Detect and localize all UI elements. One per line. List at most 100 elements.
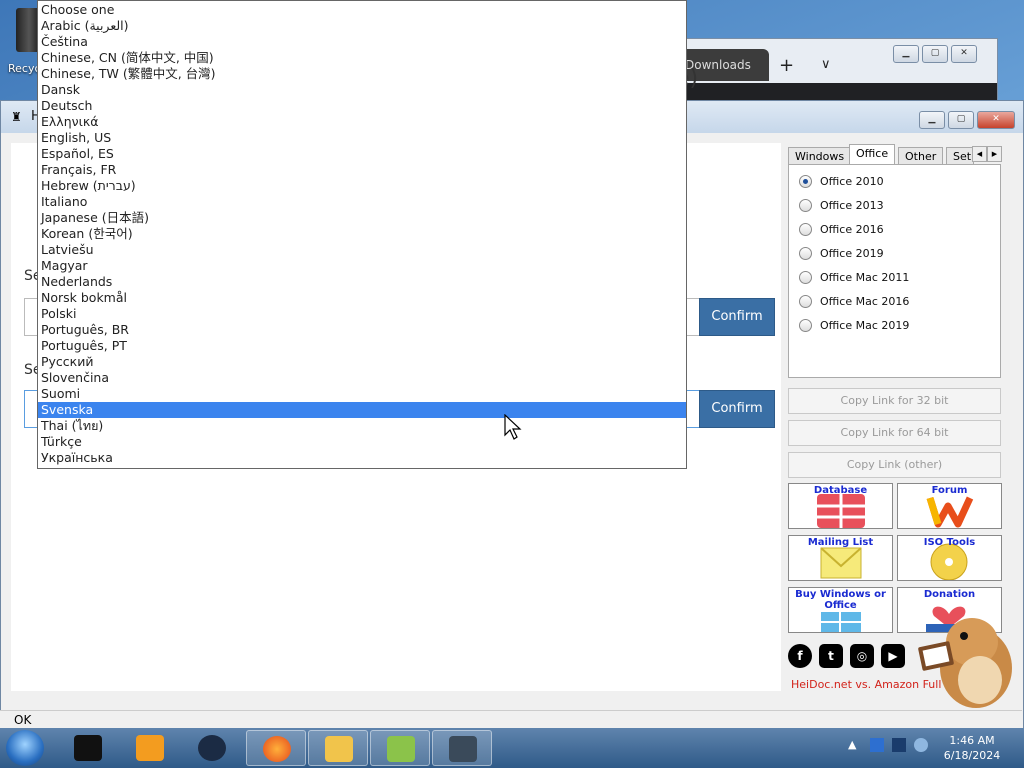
radio-icon [799,294,812,308]
clock-date: 6/18/2024 [943,749,1001,762]
radio-icon [799,222,812,236]
confirm-language-button[interactable]: Confirm [699,390,775,428]
dropdown-option[interactable]: Suomi [38,386,686,402]
dropdown-option[interactable]: Ελληνικά [38,114,686,130]
dropdown-option[interactable]: Chinese, CN (简体中文, 中国) [38,50,686,66]
recycle-bin-label: Recyc [8,62,41,75]
iso-tools-tile[interactable]: ISO Tools [897,535,1002,581]
taskbar-firefox[interactable] [246,730,306,766]
dropdown-option[interactable]: Polski [38,306,686,322]
copy-link-64-button[interactable]: Copy Link for 64 bit [788,420,1001,446]
copy-link-other-button[interactable]: Copy Link (other) [788,452,1001,478]
arrow-left-icon[interactable]: ◀ [972,146,987,162]
app-icon: ♜ [11,110,22,124]
office-options-panel: Office 2010 Office 2013 Office 2016 Offi… [788,164,1001,378]
radio-icon [799,270,812,284]
close-icon[interactable]: ✕ [977,111,1015,129]
radio-icon [799,246,812,260]
taskbar-explorer[interactable] [308,730,368,766]
option-office-mac-2019[interactable]: Office Mac 2019 [799,315,909,335]
globe-icon [198,735,226,761]
dropdown-option[interactable]: Thai (ไทย) [38,418,686,434]
new-tab-icon[interactable]: + [779,55,794,76]
minimize-icon[interactable]: ▁ [919,111,945,129]
option-office-2016[interactable]: Office 2016 [799,219,884,239]
youtube-icon[interactable]: ▶ [881,644,905,668]
maximize-icon[interactable]: ▢ [922,45,948,63]
recycle-bin-icon[interactable]: Recyc [2,4,42,76]
clock-time: 1:46 AM [949,734,995,747]
tab-scroll: ◀ ▶ [972,146,1002,162]
radio-selected-icon [799,174,812,188]
dropdown-option[interactable]: Norsk bokmål [38,290,686,306]
instagram-icon[interactable]: ◎ [850,644,874,668]
dropdown-option[interactable]: Italiano [38,194,686,210]
hamster-mascot-icon [918,618,1012,708]
dropdown-option[interactable]: English, US [38,130,686,146]
dropdown-option[interactable]: Dansk [38,82,686,98]
app-icon [449,736,477,762]
status-text: OK [14,713,32,727]
dropdown-option[interactable]: Türkçe [38,434,686,450]
dropdown-option[interactable]: Choose one [38,2,686,18]
close-icon[interactable]: ✕ [951,45,977,63]
forum-tile[interactable]: Forum [897,483,1002,529]
confirm-edition-button[interactable]: Confirm [699,298,775,336]
start-button[interactable] [6,730,44,766]
clock[interactable]: 1:46 AM 6/18/2024 [940,733,1004,763]
option-office-2013[interactable]: Office 2013 [799,195,884,215]
facebook-icon[interactable]: f [788,644,812,668]
dropdown-option[interactable]: Arabic (العربية) [38,18,686,34]
taskbar-media-player[interactable] [120,730,180,766]
mouse-cursor-icon [504,414,522,440]
dropdown-option[interactable]: Svenska [38,402,686,418]
buy-windows-office-tile[interactable]: Buy Windows or Office [788,587,893,633]
option-office-2010[interactable]: Office 2010 [799,171,884,191]
folder-icon [325,736,353,762]
option-office-mac-2016[interactable]: Office Mac 2016 [799,291,909,311]
option-office-2019[interactable]: Office 2019 [799,243,884,263]
system-tray: ▲ [848,738,928,752]
twitter-icon[interactable]: t [819,644,843,668]
app-icon [74,735,102,761]
radio-icon [799,318,812,332]
tray-app-icon[interactable] [870,738,884,752]
taskbar: ▲ 1:46 AM 6/18/2024 [0,728,1024,768]
tab-office[interactable]: Office [849,144,896,166]
maximize-icon[interactable]: ▢ [948,111,974,129]
dropdown-option[interactable]: Français, FR [38,162,686,178]
chevron-down-icon[interactable]: ∨ [821,57,831,72]
dropdown-option[interactable]: Deutsch [38,98,686,114]
dropdown-option[interactable]: Українська [38,450,686,466]
dropdown-option[interactable]: Русский [38,354,686,370]
minimize-icon[interactable]: ▁ [893,45,919,63]
language-dropdown-list: Choose one Arabic (العربية) Čeština Chinese… [37,0,687,469]
volume-icon[interactable] [914,738,928,752]
dropdown-option[interactable]: Slovenčina [38,370,686,386]
database-tile[interactable]: Database [788,483,893,529]
dropdown-option[interactable]: Español, ES [38,146,686,162]
mailing-list-tile[interactable]: Mailing List [788,535,893,581]
taskbar-app-3[interactable] [182,730,242,766]
dropdown-option[interactable]: Magyar [38,258,686,274]
dropdown-option[interactable]: Nederlands [38,274,686,290]
taskbar-app-1[interactable] [58,730,118,766]
dropdown-option[interactable]: Português, BR [38,322,686,338]
arrow-right-icon[interactable]: ▶ [987,146,1002,162]
copy-link-32-button[interactable]: Copy Link for 32 bit [788,388,1001,414]
dropdown-option[interactable]: Korean (한국어) [38,226,686,242]
dropdown-option[interactable]: Japanese (日本語) [38,210,686,226]
dropdown-option[interactable]: Čeština [38,34,686,50]
option-office-mac-2011[interactable]: Office Mac 2011 [799,267,909,287]
media-player-icon [136,735,164,761]
firefox-icon [263,736,291,762]
dropdown-option[interactable]: Português, PT [38,338,686,354]
network-icon[interactable] [892,738,906,752]
taskbar-app-6[interactable] [370,730,430,766]
chevron-up-icon[interactable]: ▲ [848,738,862,752]
dropdown-option[interactable]: Hebrew (עברית) [38,178,686,194]
dropdown-option[interactable]: Latviešu [38,242,686,258]
taskbar-app-7[interactable] [432,730,492,766]
app-icon [387,736,415,762]
dropdown-option[interactable]: Chinese, TW (繁體中文, 台灣) [38,66,686,82]
